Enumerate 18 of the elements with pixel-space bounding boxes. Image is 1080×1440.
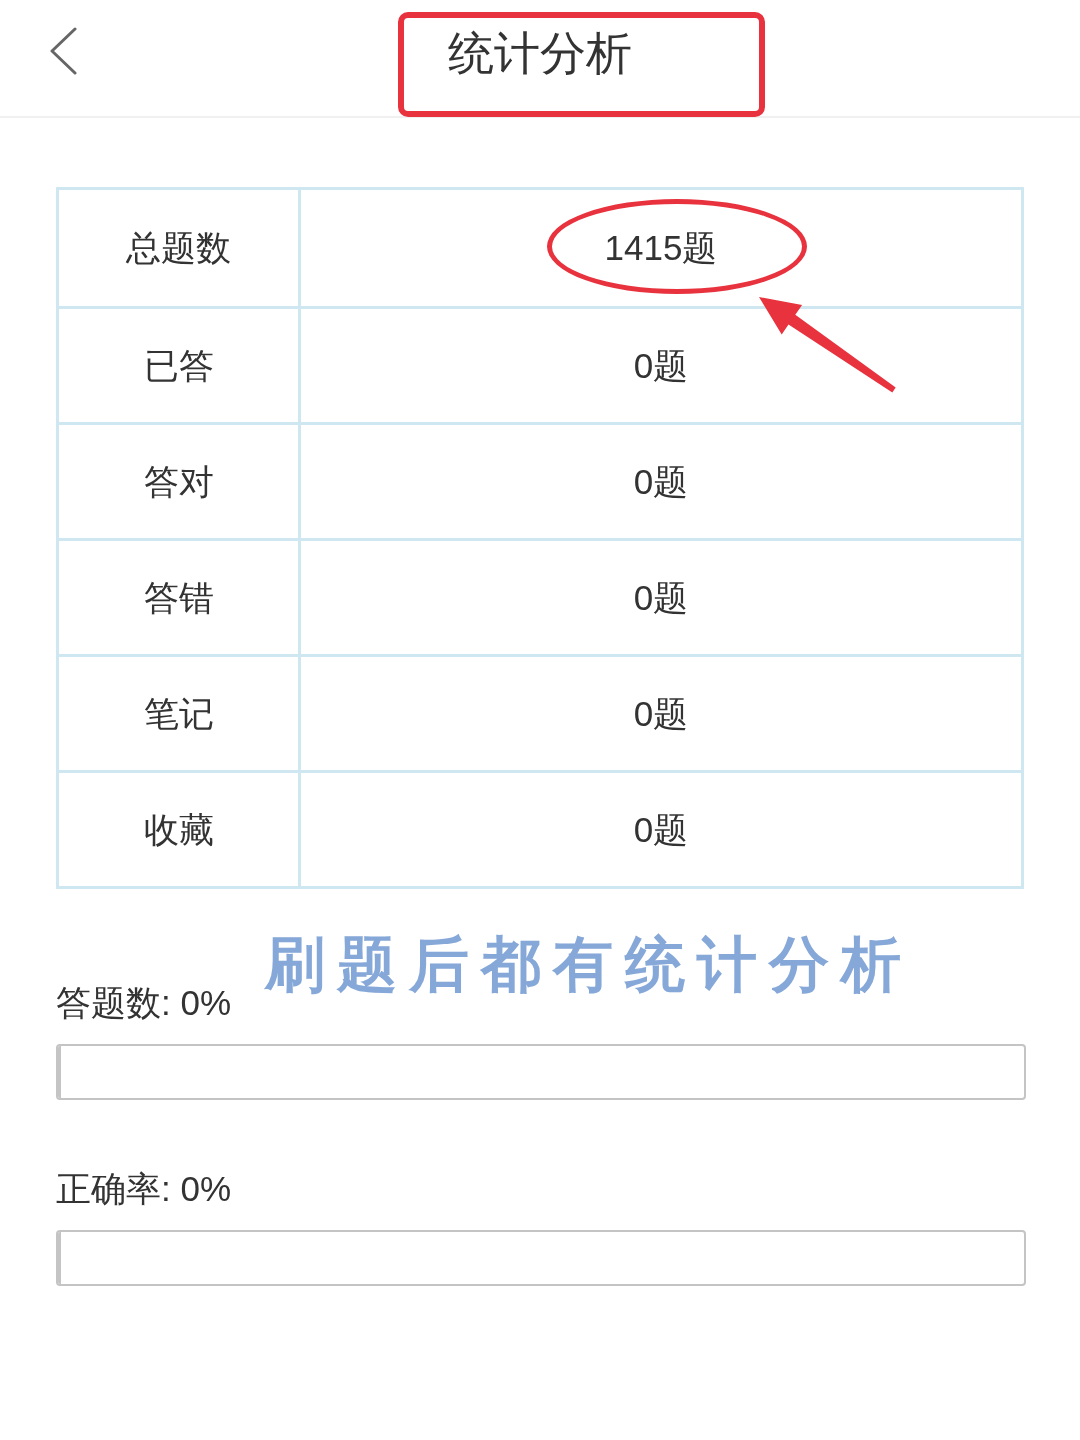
annotation-caption: 刷题后都有统计分析 xyxy=(265,931,913,1000)
page-title: 统计分析 xyxy=(448,26,632,81)
progress-label: 正确率: 0% xyxy=(56,1169,232,1209)
row-value: 0题 xyxy=(633,692,689,735)
row-label: 答对 xyxy=(143,460,214,503)
row-label: 总题数 xyxy=(126,227,231,269)
row-value: 0题 xyxy=(633,344,689,387)
row-value: 0题 xyxy=(633,576,689,619)
row-value: 0题 xyxy=(633,808,689,851)
back-chevron-icon xyxy=(49,27,77,75)
row-label: 答错 xyxy=(143,576,214,619)
progress-label: 答题数: 0% xyxy=(56,983,232,1023)
row-label: 已答 xyxy=(143,344,214,387)
arrow-icon xyxy=(757,295,898,394)
row-value: 0题 xyxy=(633,460,689,503)
row-label: 笔记 xyxy=(143,692,214,735)
row-label: 收藏 xyxy=(143,808,214,851)
row-value: 1415题 xyxy=(604,227,718,269)
